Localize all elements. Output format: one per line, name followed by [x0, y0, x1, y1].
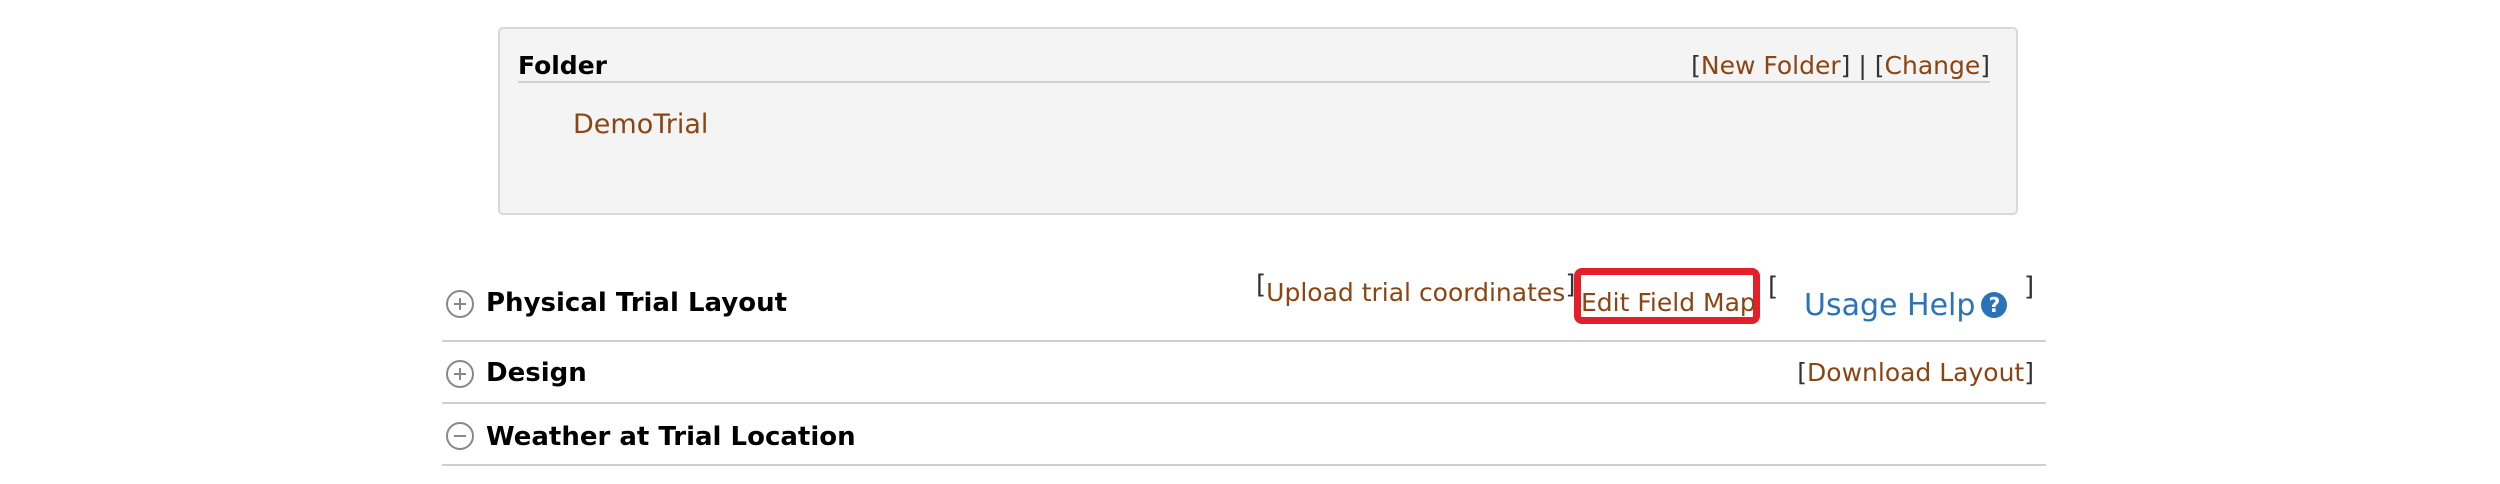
download-layout-link[interactable]: Download Layout	[1807, 358, 2024, 387]
usage-help-link[interactable]: Usage Help?	[1804, 288, 2008, 323]
section-physical-trial-layout: Physical Trial Layout [Upload trial coor…	[442, 268, 2046, 342]
change-folder-link[interactable]: Change	[1885, 51, 1981, 80]
plus-circle-icon[interactable]	[446, 290, 474, 318]
new-folder-link[interactable]: New Folder	[1701, 51, 1841, 80]
design-actions: [Download Layout]	[1797, 358, 2034, 387]
section-title-weather[interactable]: Weather at Trial Location	[486, 422, 856, 452]
edit-field-map-link[interactable]: Edit Field Map	[1581, 288, 1756, 317]
upload-trial-coordinates-link[interactable]: Upload trial coordinates	[1266, 278, 1565, 307]
usage-help-label: Usage Help	[1804, 288, 1976, 323]
section-title-design[interactable]: Design	[486, 358, 587, 388]
section-title-physical-trial-layout[interactable]: Physical Trial Layout	[486, 288, 787, 318]
upload-coordinates-group: [Upload trial coordinates]	[1256, 270, 1576, 307]
folder-header: Folder [New Folder] | [Change]	[518, 47, 1990, 83]
question-circle-icon: ?	[1981, 292, 2008, 318]
minus-circle-icon[interactable]	[446, 422, 474, 450]
folder-actions: [New Folder] | [Change]	[1691, 51, 1990, 80]
plus-circle-icon[interactable]	[446, 360, 474, 388]
folder-title: Folder	[518, 51, 607, 80]
folder-actions-separator: |	[1858, 51, 1867, 80]
section-design: Design [Download Layout]	[442, 342, 2046, 404]
folder-panel: Folder [New Folder] | [Change] DemoTrial	[498, 27, 2018, 215]
section-weather: Weather at Trial Location	[442, 404, 2046, 466]
folder-name-link[interactable]: DemoTrial	[573, 109, 708, 140]
